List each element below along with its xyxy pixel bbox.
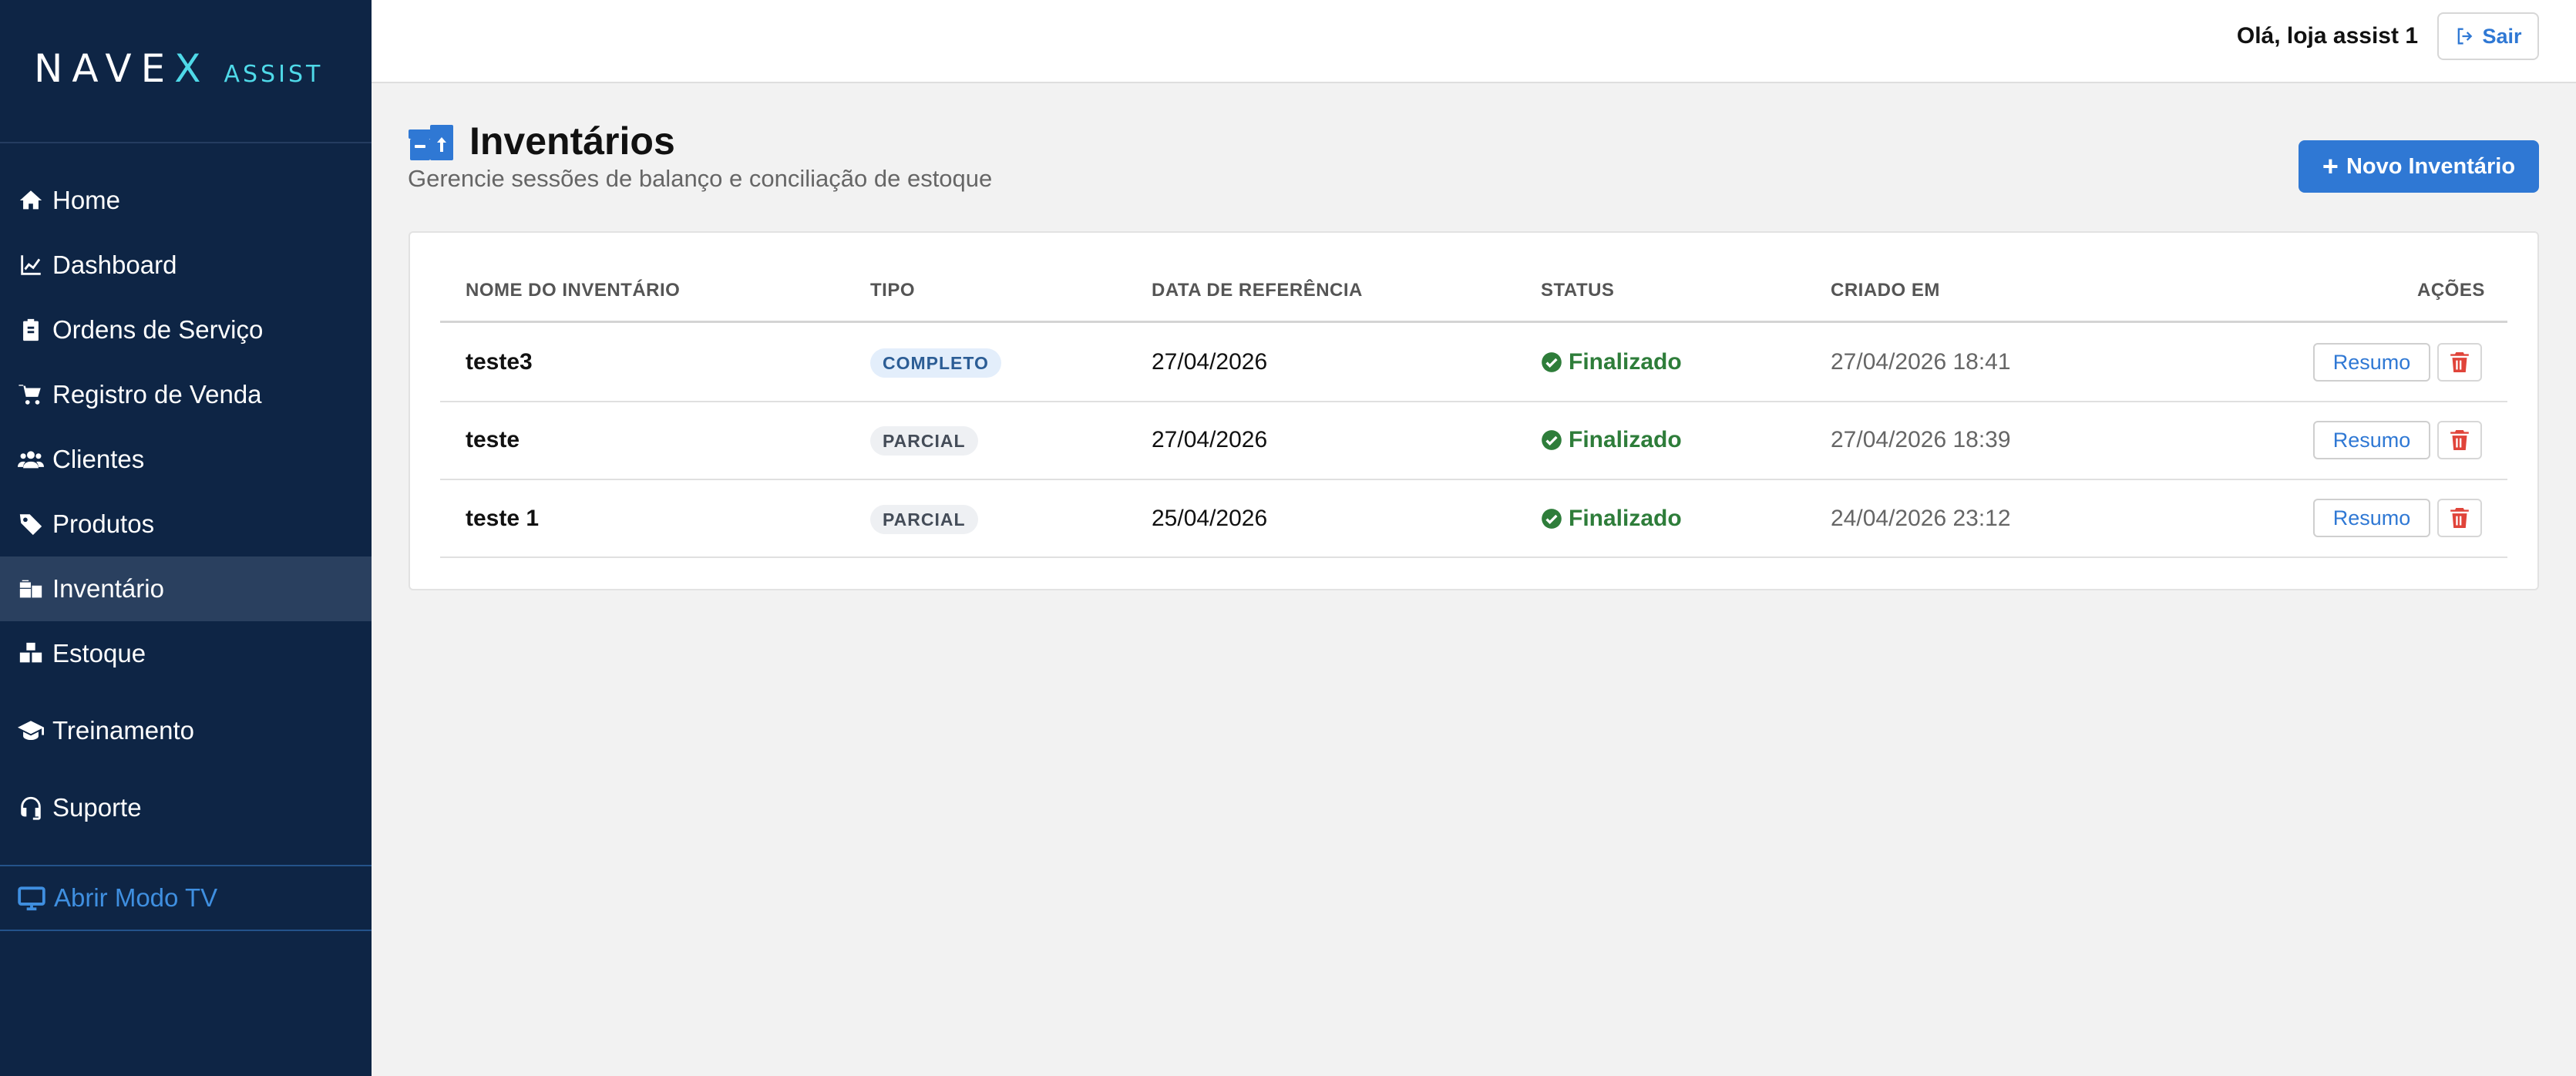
tv-icon [18, 886, 45, 911]
sidebar-item-label: Clientes [52, 445, 145, 473]
sidebar-item-label: Treinamento [52, 716, 195, 745]
column-header-reference-date[interactable]: DATA DE REFERÊNCIA [1152, 280, 1363, 301]
column-header-type[interactable]: TIPO [870, 280, 915, 301]
logo-subtitle: ASSIST [224, 61, 324, 88]
users-icon [17, 446, 45, 473]
cart-icon [17, 381, 45, 409]
type-badge: COMPLETO [870, 348, 1001, 378]
sidebar: NAVEX ASSIST Home Dashboard Ordens de Se… [0, 0, 372, 1076]
trash-icon [2450, 508, 2469, 528]
row-divider [440, 556, 2507, 558]
check-circle-icon [1542, 352, 1562, 372]
inventory-boxes-icon [409, 125, 453, 160]
row-divider [440, 401, 2507, 402]
trash-icon [2450, 430, 2469, 450]
type-badge: PARCIAL [870, 505, 978, 534]
sidebar-item-label: Home [52, 186, 121, 214]
tag-icon [17, 510, 45, 538]
column-header-created-at[interactable]: CRIADO EM [1831, 280, 1940, 301]
row-divider [440, 479, 2507, 480]
table-header-divider [440, 321, 2507, 323]
reference-date: 25/04/2026 [1152, 506, 1268, 531]
sidebar-item-registro-de-venda[interactable]: Registro de Venda [0, 362, 372, 427]
new-inventory-button[interactable]: + Novo Inventário [2299, 140, 2539, 193]
trash-icon [2450, 352, 2469, 372]
created-at: 27/04/2026 18:39 [1831, 427, 2011, 452]
sidebar-item-label: Dashboard [52, 251, 177, 279]
headset-icon [17, 794, 45, 822]
delete-button[interactable] [2437, 343, 2482, 382]
graduation-cap-icon [17, 717, 45, 745]
inventory-name[interactable]: teste [466, 427, 520, 453]
sidebar-item-inventario[interactable]: Inventário [0, 556, 372, 621]
column-header-name[interactable]: NOME DO INVENTÁRIO [466, 280, 680, 301]
chart-line-icon [17, 251, 45, 279]
delete-button[interactable] [2437, 499, 2482, 537]
sidebar-item-clientes[interactable]: Clientes [0, 427, 372, 492]
reference-date: 27/04/2026 [1152, 427, 1268, 452]
sidebar-item-ordens-de-servico[interactable]: Ordens de Serviço [0, 298, 372, 362]
created-at: 24/04/2026 23:12 [1831, 506, 2011, 531]
status-label: Finalizado [1569, 427, 1682, 452]
status-badge: Finalizado [1541, 349, 1682, 375]
sidebar-item-label: Produtos [52, 509, 155, 538]
sign-out-icon [2458, 28, 2473, 45]
check-circle-icon [1542, 509, 1562, 529]
sidebar-item-label: Ordens de Serviço [52, 315, 264, 344]
summary-button[interactable]: Resumo [2313, 499, 2430, 537]
page-subtitle: Gerencie sessões de balanço e conciliaçã… [408, 165, 993, 192]
column-header-actions: AÇÕES [2417, 280, 2485, 301]
status-label: Finalizado [1569, 506, 1682, 531]
created-at: 27/04/2026 18:41 [1831, 349, 2011, 375]
plus-icon: + [2322, 150, 2339, 182]
sidebar-item-estoque[interactable]: Estoque [0, 621, 372, 686]
status-label: Finalizado [1569, 349, 1682, 375]
sidebar-item-treinamento[interactable]: Treinamento [0, 698, 372, 763]
reference-date: 27/04/2026 [1152, 349, 1268, 375]
cubes-icon [17, 640, 45, 667]
sidebar-item-suporte[interactable]: Suporte [0, 775, 372, 840]
boxes-icon [17, 575, 45, 603]
inventory-name[interactable]: teste 1 [466, 506, 539, 532]
logout-button[interactable]: Sair [2437, 12, 2539, 60]
column-header-status[interactable]: STATUS [1541, 280, 1614, 301]
check-circle-icon [1542, 430, 1562, 450]
new-inventory-label: Novo Inventário [2346, 153, 2516, 179]
sidebar-item-label: Estoque [52, 639, 146, 667]
status-badge: Finalizado [1541, 506, 1682, 532]
user-greeting: Olá, loja assist 1 [2236, 23, 2418, 49]
sidebar-item-label: Inventário [52, 574, 164, 603]
inventory-name[interactable]: teste3 [466, 349, 533, 375]
sidebar-item-produtos[interactable]: Produtos [0, 492, 372, 556]
open-tv-mode-button[interactable]: Abrir Modo TV [0, 865, 372, 931]
sidebar-divider [0, 142, 372, 143]
sidebar-item-label: Suporte [52, 793, 142, 822]
app-root: NAVEX ASSIST Home Dashboard Ordens de Se… [0, 0, 2576, 1076]
logout-label: Sair [2482, 24, 2522, 48]
clipboard-icon [17, 316, 45, 344]
home-icon [17, 187, 45, 214]
sidebar-item-dashboard[interactable]: Dashboard [0, 233, 372, 298]
tv-mode-label: Abrir Modo TV [54, 883, 218, 912]
summary-button[interactable]: Resumo [2313, 421, 2430, 459]
logo-wordmark: NAVEX [34, 46, 210, 91]
delete-button[interactable] [2437, 421, 2482, 459]
sidebar-item-home[interactable]: Home [0, 168, 372, 233]
inventory-table-card [409, 231, 2539, 590]
type-badge: PARCIAL [870, 426, 978, 456]
page-title: Inventários [469, 119, 675, 163]
brand-logo[interactable]: NAVEX ASSIST [34, 46, 323, 92]
top-bar: Olá, loja assist 1 Sair [372, 0, 2576, 83]
sidebar-item-label: Registro de Venda [52, 380, 262, 409]
summary-button[interactable]: Resumo [2313, 343, 2430, 382]
status-badge: Finalizado [1541, 427, 1682, 453]
